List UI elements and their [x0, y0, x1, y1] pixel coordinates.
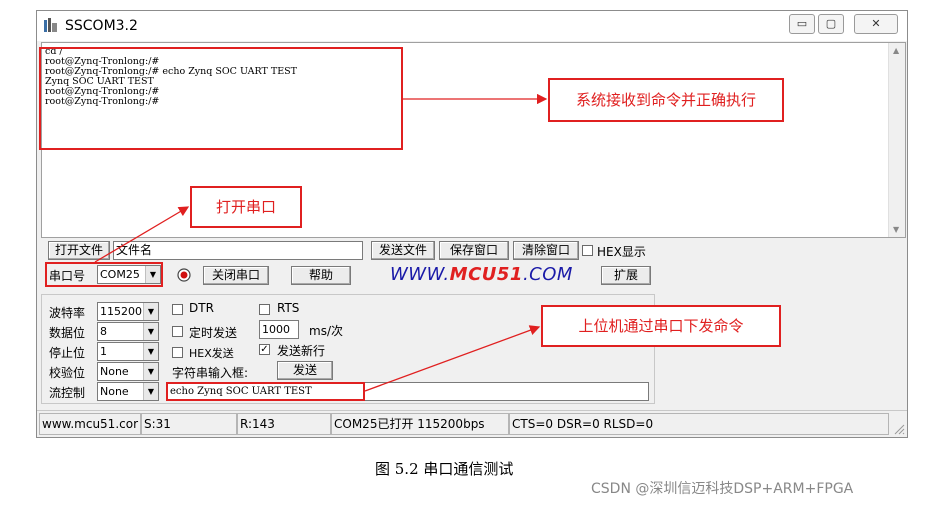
baud-select[interactable]: 115200 ▼	[97, 302, 159, 321]
chevron-down-icon[interactable]: ▼	[143, 383, 158, 400]
chevron-down-icon[interactable]: ▼	[143, 323, 158, 340]
file-name-field[interactable]: 文件名	[113, 241, 363, 260]
status-site: www.mcu51.cor	[39, 413, 141, 435]
minimize-button[interactable]: ▭	[789, 14, 815, 34]
chevron-down-icon[interactable]: ▼	[143, 363, 158, 380]
chevron-down-icon[interactable]: ▼	[143, 343, 158, 360]
send-button[interactable]: 发送	[277, 361, 333, 380]
maximize-button[interactable]: ▢	[818, 14, 844, 34]
dtr-label: DTR	[189, 301, 214, 315]
close-button[interactable]: ✕	[854, 14, 898, 34]
data-bits-label: 数据位	[49, 326, 86, 340]
figure-caption: 图 5.2 串口通信测试	[375, 460, 514, 478]
save-window-button[interactable]: 保存窗口	[439, 241, 509, 260]
status-bar: www.mcu51.cor S:31 R:143 COM25已打开 115200…	[37, 410, 907, 437]
close-port-button[interactable]: 关闭串口	[203, 266, 269, 285]
hex-send-checkbox[interactable]	[172, 347, 183, 358]
stop-bits-label: 停止位	[49, 346, 86, 360]
status-port: COM25已打开 115200bps	[331, 413, 509, 435]
baud-value: 115200	[100, 305, 142, 318]
status-lines: CTS=0 DSR=0 RLSD=0	[509, 413, 889, 435]
flow-control-label: 流控制	[49, 386, 86, 400]
app-icon	[44, 18, 57, 32]
status-received: R:143	[237, 413, 331, 435]
timed-send-label: 定时发送	[189, 326, 238, 340]
input-highlight	[166, 382, 365, 401]
interval-unit: ms/次	[309, 324, 343, 338]
timed-send-checkbox[interactable]	[172, 326, 183, 337]
hex-display-label: HEX显示	[597, 245, 646, 259]
watermark: CSDN @深圳信迈科技DSP+ARM+FPGA	[591, 481, 854, 497]
brand-prefix: WWW.	[390, 264, 450, 285]
input-label: 字符串输入框:	[172, 366, 249, 380]
brand-suffix: .COM	[522, 264, 573, 285]
port-highlight	[45, 262, 163, 287]
stop-bits-select[interactable]: 1 ▼	[97, 342, 159, 361]
data-bits-select[interactable]: 8 ▼	[97, 322, 159, 341]
interval-input[interactable]: 1000	[259, 320, 299, 339]
flow-control-value: None	[100, 385, 129, 398]
window-title: SSCOM3.2	[65, 18, 138, 34]
brand-logo[interactable]: WWW.MCU51.COM	[390, 264, 573, 285]
scroll-down-icon[interactable]: ▼	[893, 225, 899, 234]
port-status-icon	[177, 268, 191, 282]
send-file-button[interactable]: 发送文件	[371, 241, 435, 260]
rts-checkbox[interactable]	[259, 304, 270, 315]
brand-mid: MCU51	[449, 264, 523, 285]
flow-control-select[interactable]: None ▼	[97, 382, 159, 401]
scroll-up-icon[interactable]: ▲	[893, 46, 899, 55]
title-bar: SSCOM3.2 ▭ ▢ ✕	[37, 11, 907, 41]
hex-send-label: HEX发送	[189, 347, 234, 360]
rts-label: RTS	[277, 301, 300, 315]
help-button[interactable]: 帮助	[291, 266, 351, 285]
parity-value: None	[100, 365, 129, 378]
parity-select[interactable]: None ▼	[97, 362, 159, 381]
clear-window-button[interactable]: 清除窗口	[513, 241, 579, 260]
resize-grip-icon[interactable]	[893, 423, 905, 435]
expand-button[interactable]: 扩展	[601, 266, 651, 285]
vertical-scrollbar[interactable]: ▲ ▼	[888, 43, 905, 237]
send-newline-label: 发送新行	[277, 344, 326, 358]
parity-label: 校验位	[49, 366, 86, 380]
status-sent: S:31	[141, 413, 237, 435]
data-bits-value: 8	[100, 325, 107, 338]
received-output-highlight	[39, 47, 403, 150]
stop-bits-value: 1	[100, 345, 107, 358]
callout-open-port: 打开串口	[190, 186, 302, 228]
callout-host-send: 上位机通过串口下发命令	[541, 305, 781, 347]
callout-received: 系统接收到命令并正确执行	[548, 78, 784, 122]
hex-display-checkbox[interactable]	[582, 245, 593, 256]
send-newline-checkbox[interactable]: ✓	[259, 344, 270, 355]
open-file-button[interactable]: 打开文件	[48, 241, 110, 260]
dtr-checkbox[interactable]	[172, 304, 183, 315]
baud-label: 波特率	[49, 306, 86, 320]
chevron-down-icon[interactable]: ▼	[143, 303, 158, 320]
